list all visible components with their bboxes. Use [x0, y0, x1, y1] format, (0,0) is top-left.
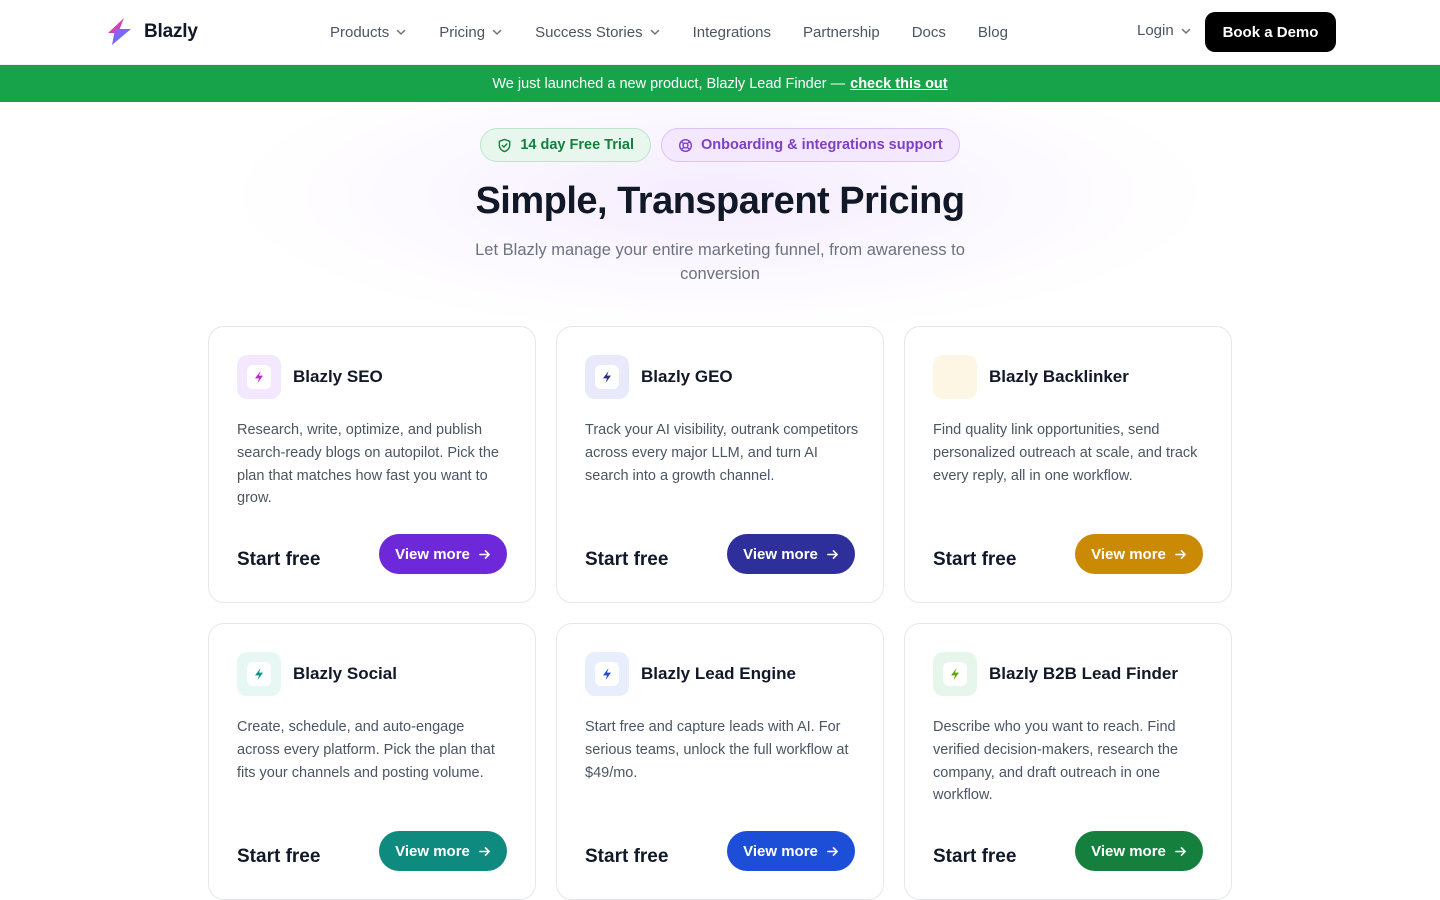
- chevron-down-icon: [1181, 28, 1190, 34]
- price-label: Start free: [585, 549, 669, 570]
- bolt-icon: [255, 371, 263, 383]
- nav-blog[interactable]: Blog: [978, 24, 1008, 41]
- product-icon-inner: [943, 365, 967, 389]
- view-more-label: View more: [395, 545, 470, 563]
- banner-link[interactable]: check this out: [850, 76, 948, 92]
- view-more-label: View more: [743, 545, 818, 563]
- chevron-down-icon: [396, 29, 406, 35]
- price-label: Start free: [933, 549, 1017, 570]
- chevron-down-icon: [650, 29, 659, 35]
- view-more-button[interactable]: View more: [727, 831, 855, 871]
- arrow-right-icon: [1174, 549, 1186, 559]
- product-name: Blazly GEO: [641, 367, 733, 386]
- view-more-button[interactable]: View more: [379, 831, 507, 871]
- nav-pricing[interactable]: Pricing: [439, 24, 503, 41]
- page-title: Simple, Transparent Pricing: [475, 180, 965, 222]
- view-more-button[interactable]: View more: [1075, 831, 1203, 871]
- nav-success-stories[interactable]: Success Stories: [535, 24, 661, 41]
- lifebuoy-icon: [678, 138, 692, 152]
- nav-label: Partnership: [803, 23, 880, 41]
- price-label: Start free: [237, 846, 321, 867]
- product-name: Blazly SEO: [293, 367, 383, 386]
- free-trial-pill: 14 day Free Trial: [480, 128, 651, 162]
- free-trial-label: 14 day Free Trial: [520, 137, 634, 153]
- support-pill: Onboarding & integrations support: [660, 128, 960, 162]
- product-icon-inner: [247, 662, 271, 686]
- product-name: Blazly Backlinker: [989, 367, 1129, 386]
- price-label: Start free: [585, 846, 669, 867]
- view-more-label: View more: [1091, 545, 1166, 563]
- nav-docs[interactable]: Docs: [912, 24, 946, 41]
- shield-check-icon: [498, 138, 511, 152]
- site-header: Blazly Products Pricing Success Stories …: [0, 0, 1440, 65]
- arrow-right-icon: [478, 846, 490, 856]
- product-icon-tile: [933, 355, 977, 399]
- banner-text: We just launched a new product, Blazly L…: [492, 75, 846, 92]
- product-icon-inner: [943, 662, 967, 686]
- product-name: Blazly B2B Lead Finder: [989, 664, 1178, 683]
- main-nav: Products Pricing Success Stories Integra…: [330, 0, 1040, 64]
- blazly-logo-icon: [108, 18, 131, 45]
- bolt-icon: [603, 371, 611, 383]
- view-more-button[interactable]: View more: [1075, 534, 1203, 574]
- price-label: Start free: [933, 846, 1017, 867]
- product-card-backlinker: Blazly Backlinker Find quality link oppo…: [904, 326, 1232, 603]
- nav-partnership[interactable]: Partnership: [803, 24, 880, 41]
- arrow-right-icon: [478, 549, 490, 559]
- product-icon-inner: [595, 365, 619, 389]
- view-more-label: View more: [743, 842, 818, 860]
- product-description: Find quality link opportunities, send pe…: [933, 422, 1198, 484]
- product-name: Blazly Social: [293, 664, 397, 683]
- nav-label: Docs: [911, 23, 946, 41]
- hero-pills: 14 day Free Trial Onboarding & integrati…: [0, 128, 1440, 162]
- product-description: Start free and capture leads with AI. Fo…: [585, 719, 849, 781]
- view-more-label: View more: [395, 842, 470, 860]
- nav-label: Pricing: [439, 23, 486, 41]
- login-menu[interactable]: Login: [1137, 22, 1192, 39]
- nav-label: Products: [330, 23, 390, 41]
- product-card-lead-engine: Blazly Lead Engine Start free and captur…: [556, 623, 884, 900]
- product-icon-inner: [247, 365, 271, 389]
- nav-label: Integrations: [692, 23, 771, 41]
- view-more-button[interactable]: View more: [379, 534, 507, 574]
- chevron-down-icon: [492, 29, 502, 35]
- product-card-b2b-lead-finder: Blazly B2B Lead Finder Describe who you …: [904, 623, 1232, 900]
- product-name: Blazly Lead Engine: [641, 664, 796, 683]
- arrow-right-icon: [1174, 846, 1186, 856]
- nav-label: Blog: [977, 23, 1008, 41]
- view-more-label: View more: [1091, 842, 1166, 860]
- product-description: Create, schedule, and auto-engage across…: [237, 719, 495, 781]
- view-more-button[interactable]: View more: [727, 534, 855, 574]
- nav-products[interactable]: Products: [330, 24, 407, 41]
- price-label: Start free: [237, 549, 321, 570]
- login-label: Login: [1137, 22, 1174, 39]
- bolt-icon: [951, 371, 959, 383]
- product-icon-inner: [595, 662, 619, 686]
- arrow-right-icon: [826, 549, 838, 559]
- book-demo-button[interactable]: Book a Demo: [1205, 12, 1336, 52]
- product-description: Track your AI visibility, outrank compet…: [585, 422, 859, 484]
- bolt-icon: [255, 668, 263, 680]
- brand-name: Blazly: [144, 20, 198, 42]
- product-icon-tile: [585, 652, 629, 696]
- announcement-banner: We just launched a new product, Blazly L…: [0, 65, 1440, 102]
- product-card-social: Blazly Social Create, schedule, and auto…: [208, 623, 536, 900]
- brand-logo[interactable]: Blazly: [104, 16, 198, 47]
- arrow-right-icon: [826, 846, 838, 856]
- product-icon-tile: [585, 355, 629, 399]
- page-subtitle: Let Blazly manage your entire marketing …: [475, 241, 965, 283]
- product-card-geo: Blazly GEO Track your AI visibility, out…: [556, 326, 884, 603]
- nav-integrations[interactable]: Integrations: [693, 24, 771, 41]
- bolt-icon: [603, 668, 611, 680]
- product-description: Research, write, optimize, and publish s…: [237, 422, 499, 507]
- product-icon-tile: [237, 355, 281, 399]
- product-icon-tile: [237, 652, 281, 696]
- nav-label: Success Stories: [535, 23, 643, 41]
- bolt-icon: [951, 668, 959, 680]
- product-icon-tile: [933, 652, 977, 696]
- product-description: Describe who you want to reach. Find ver…: [933, 719, 1178, 804]
- product-card-seo: Blazly SEO Research, write, optimize, an…: [208, 326, 536, 603]
- support-label: Onboarding & integrations support: [700, 137, 943, 153]
